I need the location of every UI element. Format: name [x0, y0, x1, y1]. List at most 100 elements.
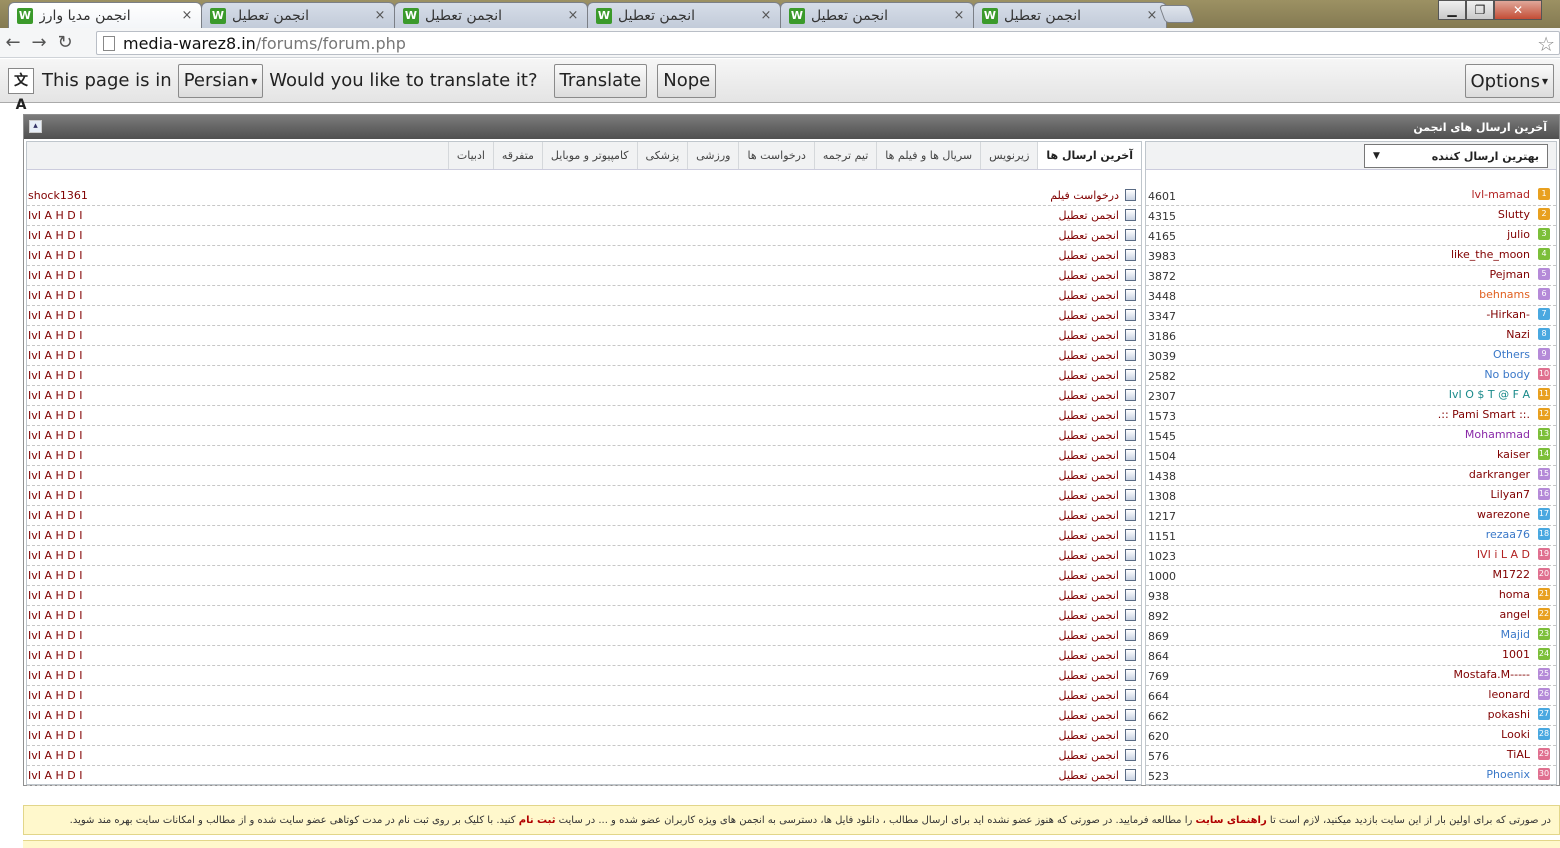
poster-name-link[interactable]: .:: Pami Smart ::. [1438, 408, 1530, 421]
post-author-link[interactable]: IvI A H D I [28, 669, 83, 682]
post-title-link[interactable]: انجمن تعطیل [1059, 549, 1120, 562]
close-tab-icon[interactable]: × [951, 8, 967, 23]
post-title-link[interactable]: انجمن تعطیل [1059, 249, 1120, 262]
post-author-link[interactable]: IvI A H D I [28, 649, 83, 662]
post-title-link[interactable]: انجمن تعطیل [1059, 649, 1120, 662]
poster-name-link[interactable]: Slutty [1498, 208, 1530, 221]
maximize-icon[interactable]: ❐ [1466, 0, 1494, 20]
post-title-link[interactable]: انجمن تعطیل [1059, 529, 1120, 542]
post-title-link[interactable]: انجمن تعطیل [1059, 749, 1120, 762]
post-title-link[interactable]: انجمن تعطیل [1059, 489, 1120, 502]
post-title-link[interactable]: انجمن تعطیل [1059, 689, 1120, 702]
poster-name-link[interactable]: No body [1484, 368, 1530, 381]
post-author-link[interactable]: IvI A H D I [28, 609, 83, 622]
post-title-link[interactable]: انجمن تعطیل [1059, 329, 1120, 342]
poster-name-link[interactable]: julio [1507, 228, 1530, 241]
post-author-link[interactable]: shock1361 [28, 189, 88, 202]
post-title-link[interactable]: انجمن تعطیل [1059, 509, 1120, 522]
forum-tab[interactable]: آخرین ارسال ها [1037, 142, 1141, 169]
post-author-link[interactable]: IvI A H D I [28, 449, 83, 462]
post-title-link[interactable]: انجمن تعطیل [1059, 569, 1120, 582]
poster-name-link[interactable]: lvl-mamad [1472, 188, 1531, 201]
forum-tab[interactable]: کامپیوتر و موبایل [541, 142, 637, 169]
close-tab-icon[interactable]: × [179, 8, 195, 23]
nope-button[interactable]: Nope [657, 63, 717, 98]
browser-tab[interactable]: W انجمن تعطیل × [201, 2, 395, 28]
close-window-icon[interactable]: ✕ [1494, 0, 1542, 20]
new-tab-button[interactable] [1158, 5, 1196, 23]
forum-tab[interactable]: پزشکی [636, 142, 688, 169]
post-title-link[interactable]: انجمن تعطیل [1059, 629, 1120, 642]
post-title-link[interactable]: انجمن تعطیل [1059, 589, 1120, 602]
reload-icon[interactable]: ↻ [52, 32, 78, 53]
close-tab-icon[interactable]: × [1144, 8, 1160, 23]
post-title-link[interactable]: انجمن تعطیل [1059, 229, 1120, 242]
poster-name-link[interactable]: behnams [1479, 288, 1530, 301]
poster-name-link[interactable]: rezaa76 [1486, 528, 1530, 541]
post-author-link[interactable]: IvI A H D I [28, 689, 83, 702]
post-author-link[interactable]: IvI A H D I [28, 389, 83, 402]
post-author-link[interactable]: IvI A H D I [28, 729, 83, 742]
close-tab-icon[interactable]: × [565, 8, 581, 23]
post-title-link[interactable]: انجمن تعطیل [1059, 449, 1120, 462]
poster-name-link[interactable]: angel [1499, 608, 1530, 621]
post-author-link[interactable]: IvI A H D I [28, 569, 83, 582]
browser-tab[interactable]: W انجمن تعطیل × [780, 2, 974, 28]
poster-name-link[interactable]: IvI O $ T @ F A [1449, 388, 1530, 401]
translate-button[interactable]: Translate [553, 63, 648, 98]
post-author-link[interactable]: IvI A H D I [28, 489, 83, 502]
poster-name-link[interactable]: Pejman [1490, 268, 1531, 281]
browser-tab[interactable]: W انجمن تعطیل × [587, 2, 781, 28]
close-tab-icon[interactable]: × [758, 8, 774, 23]
post-author-link[interactable]: IvI A H D I [28, 589, 83, 602]
poster-name-link[interactable]: Mostafa.M----- [1454, 668, 1530, 681]
poster-name-link[interactable]: darkranger [1469, 468, 1530, 481]
collapse-icon[interactable]: ▴ [29, 120, 42, 133]
forum-tab[interactable]: زیرنویس [980, 142, 1037, 169]
register-link[interactable]: ثبت نام [519, 815, 556, 826]
post-title-link[interactable]: انجمن تعطیل [1059, 369, 1120, 382]
post-title-link[interactable]: انجمن تعطیل [1059, 349, 1120, 362]
post-author-link[interactable]: IvI A H D I [28, 749, 83, 762]
forum-tab[interactable]: ادبیات [447, 142, 493, 169]
poster-name-link[interactable]: Nazi [1506, 328, 1530, 341]
browser-tab[interactable]: W انجمن مدیا وارز × [8, 2, 202, 28]
forum-tab[interactable]: تیم ترجمه [813, 142, 876, 169]
poster-name-link[interactable]: 1001 [1502, 648, 1530, 661]
address-bar[interactable]: media-warez8.in/forums/forum.php ☆ [96, 31, 1560, 56]
close-tab-icon[interactable]: × [372, 8, 388, 23]
minimize-icon[interactable]: ▁ [1438, 0, 1466, 20]
post-title-link[interactable]: انجمن تعطیل [1059, 389, 1120, 402]
post-author-link[interactable]: IvI A H D I [28, 289, 83, 302]
post-author-link[interactable]: IvI A H D I [28, 629, 83, 642]
poster-name-link[interactable]: pokashi [1488, 708, 1530, 721]
poster-name-link[interactable]: warezone [1477, 508, 1530, 521]
post-title-link[interactable]: درخواست فیلم [1050, 189, 1119, 202]
top-posters-select[interactable]: ▼ بهترین ارسال کننده [1364, 144, 1548, 168]
poster-name-link[interactable]: Mohammad [1465, 428, 1530, 441]
browser-tab[interactable]: W انجمن تعطیل × [973, 2, 1167, 28]
post-title-link[interactable]: انجمن تعطیل [1059, 409, 1120, 422]
forum-tab[interactable]: درخواست ها [738, 142, 813, 169]
post-title-link[interactable]: انجمن تعطیل [1059, 269, 1120, 282]
post-author-link[interactable]: IvI A H D I [28, 209, 83, 222]
post-title-link[interactable]: انجمن تعطیل [1059, 429, 1120, 442]
forum-tab[interactable]: ورزشی [687, 142, 738, 169]
browser-tab[interactable]: W انجمن تعطیل × [394, 2, 588, 28]
post-author-link[interactable]: IvI A H D I [28, 349, 83, 362]
poster-name-link[interactable]: Others [1493, 348, 1530, 361]
language-select[interactable]: Persian ▾ [177, 63, 264, 98]
poster-name-link[interactable]: leonard [1488, 688, 1530, 701]
site-guide-link[interactable]: راهنمای سایت [1195, 815, 1266, 826]
back-icon[interactable]: ← [0, 32, 26, 53]
post-title-link[interactable]: انجمن تعطیل [1059, 669, 1120, 682]
post-author-link[interactable]: IvI A H D I [28, 529, 83, 542]
post-author-link[interactable]: IvI A H D I [28, 769, 83, 782]
post-author-link[interactable]: IvI A H D I [28, 369, 83, 382]
post-author-link[interactable]: IvI A H D I [28, 329, 83, 342]
post-author-link[interactable]: IvI A H D I [28, 309, 83, 322]
post-author-link[interactable]: IvI A H D I [28, 709, 83, 722]
post-author-link[interactable]: IvI A H D I [28, 409, 83, 422]
post-author-link[interactable]: IvI A H D I [28, 229, 83, 242]
post-author-link[interactable]: IvI A H D I [28, 469, 83, 482]
